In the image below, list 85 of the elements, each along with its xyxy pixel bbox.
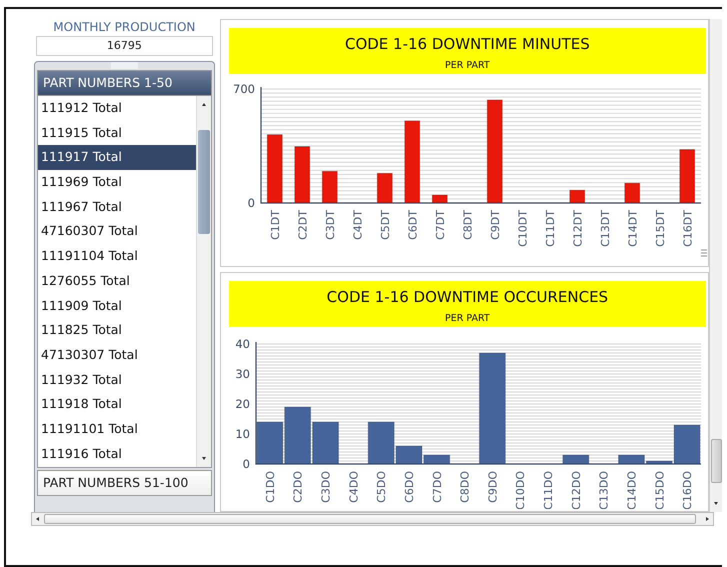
tick-label: 0	[247, 196, 255, 210]
category-label: C7DT	[433, 210, 446, 240]
category-label: C1DT	[268, 210, 282, 240]
list-item[interactable]: 111969 Total	[38, 170, 196, 195]
category-label: C9DO	[486, 471, 500, 503]
bar	[312, 422, 339, 464]
vertical-scrollbar[interactable]	[709, 19, 722, 512]
category-label: C5DT	[378, 210, 392, 240]
down-arrow-icon[interactable]	[712, 499, 720, 507]
list-item[interactable]: 47130307 Total	[38, 342, 196, 368]
category-label: C15DO	[652, 471, 666, 509]
grip-handle[interactable]	[110, 62, 138, 69]
bar	[284, 406, 311, 464]
list-item[interactable]: 1276055 Total	[38, 268, 196, 294]
category-label: C15DT	[653, 210, 666, 247]
tick-label: 10	[235, 427, 250, 441]
right-arrow-icon[interactable]	[703, 515, 711, 523]
production-label: MONTHLY PRODUCTION	[52, 19, 196, 35]
bar	[678, 148, 695, 204]
chart-title: CODE 1-16 DOWNTIME OCCURENCES	[326, 288, 608, 306]
production-field: 16795	[36, 36, 213, 56]
scroll-thumb[interactable]	[198, 130, 210, 234]
list-item[interactable]: 111909 Total	[38, 294, 196, 318]
category-label: C4DT	[350, 210, 364, 240]
tick-label: 40	[235, 337, 250, 351]
category-label: C10DO	[514, 471, 527, 509]
category-label: C16DO	[680, 471, 694, 509]
accordion-header[interactable]: PART NUMBERS 51-100	[37, 470, 212, 496]
category-label: C7DO	[430, 471, 444, 503]
bar	[321, 170, 338, 204]
category-label: C3DO	[319, 471, 332, 503]
category-label: C6DT	[406, 210, 419, 240]
bar	[431, 194, 448, 204]
category-label: C3DT	[323, 210, 336, 240]
bar	[624, 182, 640, 204]
list-item[interactable]: 111917 Total	[38, 145, 196, 170]
tick-label: 20	[235, 397, 250, 411]
category-label: C6DO	[402, 471, 416, 503]
category-label: C14DO	[625, 471, 638, 509]
category-label: C13DO	[597, 471, 610, 509]
list-item[interactable]: 111916 Total	[38, 442, 196, 466]
list-item[interactable]: 111915 Total	[38, 120, 196, 146]
category-label: C10DT	[516, 210, 529, 247]
scroll-thumb[interactable]	[44, 514, 696, 524]
list-item[interactable]: 11191104 Total	[38, 244, 196, 269]
category-label: C1DO	[264, 471, 277, 503]
category-label: C4DO	[346, 471, 360, 503]
accordion-header[interactable]: PART NUMBERS 1-50	[37, 70, 212, 96]
category-label: C11DT	[543, 210, 556, 247]
scroll-thumb[interactable]	[711, 439, 722, 483]
category-label: C2DO	[291, 471, 304, 503]
category-label: C13DT	[598, 210, 612, 247]
category-label: C2DT	[296, 210, 309, 240]
category-label: C8DT	[460, 210, 474, 240]
list-item[interactable]: 11191101 Total	[38, 416, 196, 442]
chart-title: CODE 1-16 DOWNTIME MINUTES	[344, 35, 590, 53]
tick-label: 700	[232, 82, 255, 96]
list-item[interactable]: 111967 Total	[38, 194, 196, 220]
category-label: C16DT	[680, 210, 694, 247]
bar	[568, 190, 585, 204]
bar	[294, 146, 310, 204]
bar	[256, 422, 284, 464]
list-item[interactable]: 111932 Total	[38, 368, 196, 392]
resize-grip-icon[interactable]	[701, 249, 708, 258]
list-item[interactable]: 111825 Total	[38, 318, 196, 343]
bar	[376, 172, 392, 204]
category-label: C12DO	[569, 471, 582, 509]
left-arrow-icon[interactable]	[34, 515, 42, 523]
category-label: C12DT	[570, 210, 584, 247]
bar	[266, 134, 282, 204]
category-label: C14DT	[626, 210, 639, 247]
category-label: C8DO	[458, 471, 472, 503]
tick-label: 0	[242, 457, 250, 471]
list-item[interactable]: 111918 Total	[38, 392, 196, 417]
horizontal-scrollbar[interactable]	[31, 512, 714, 526]
chart-subtitle: PER PART	[445, 60, 490, 71]
list-item[interactable]: 111912 Total	[38, 96, 196, 121]
category-label: C9DT	[488, 210, 502, 240]
bar	[562, 454, 590, 464]
list-item[interactable]: 47160307 Total	[38, 219, 196, 244]
scrollbar[interactable]	[196, 96, 211, 467]
category-label: C11DO	[542, 471, 555, 509]
tick-label: 30	[235, 367, 250, 381]
category-label: C5DO	[374, 471, 388, 503]
chart-subtitle: PER PART	[445, 313, 490, 324]
